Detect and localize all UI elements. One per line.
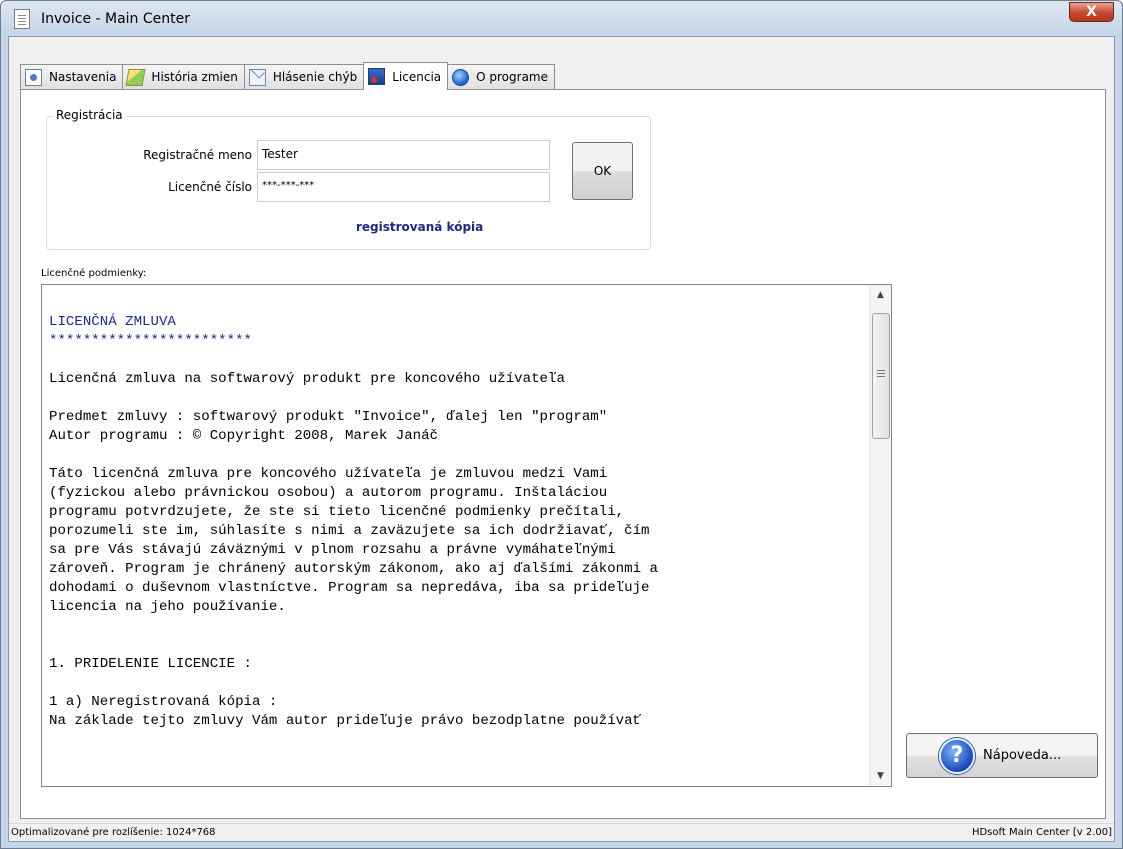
tab-nastavenia[interactable]: Nastavenia — [20, 64, 124, 89]
license-line: sa pre Vás stávajú záväznými v plnom roz… — [49, 542, 616, 558]
licence-number-label: Licenčné číslo — [168, 180, 252, 194]
license-line: zároveň. Program je chránený autorským z… — [49, 561, 658, 577]
mail-icon — [248, 68, 266, 86]
tab-label: O programe — [476, 70, 548, 84]
license-line — [49, 446, 869, 465]
license-line: licencia na jeho používanie. — [49, 599, 286, 615]
license-text-box[interactable]: LICENČNÁ ZMLUVA ************************ … — [41, 284, 892, 787]
license-line — [49, 617, 869, 636]
window-title: Invoice - Main Center — [41, 11, 190, 27]
license-line: programu potvrdzujete, že ste si tieto l… — [49, 504, 625, 520]
tab-label: Licencia — [392, 69, 442, 84]
license-line: (fyzickou alebo právnickou osobou) a aut… — [49, 485, 608, 501]
licence-number-input[interactable]: ***-***-*** — [257, 172, 550, 202]
license-line: ************************ — [49, 333, 252, 349]
license-line: Na základe tejto zmluvy Vám autor prideľ… — [49, 713, 642, 729]
help-button-label: Nápoveda... — [983, 748, 1062, 763]
license-line — [49, 351, 869, 370]
license-line — [49, 389, 869, 408]
tab-label: Nastavenia — [49, 70, 117, 84]
registration-status: registrovaná kópia — [356, 220, 484, 234]
status-resolution-text: Optimalizované pre rozlíšenie: 1024*768 — [11, 827, 216, 838]
ok-button[interactable]: OK — [572, 142, 633, 200]
settings-icon — [25, 68, 42, 86]
tab-label: História zmien — [151, 70, 238, 84]
help-button[interactable]: ? Nápoveda... — [906, 733, 1098, 778]
registration-name-input[interactable]: Tester — [257, 140, 550, 170]
license-line — [49, 636, 869, 655]
license-line: LICENČNÁ ZMLUVA — [49, 314, 176, 330]
license-line: porozumeli ste im, súhlasíte s nimi a za… — [49, 523, 650, 539]
grip-icon — [877, 370, 885, 377]
vertical-scrollbar[interactable]: ▲ ▼ — [869, 285, 891, 786]
license-line: Licenčná zmluva na softwarový produkt pr… — [49, 371, 565, 387]
title-bar: Invoice - Main Center X — [1, 1, 1122, 37]
tab-hlasenie-chyb[interactable]: Hlásenie chýb — [243, 64, 365, 89]
licence-icon — [368, 68, 386, 85]
registration-group-title: Registrácia — [53, 108, 126, 122]
license-line: 1. PRIDELENIE LICENCIE : — [49, 656, 252, 672]
tab-label: Hlásenie chýb — [272, 70, 358, 84]
document-icon — [14, 9, 30, 29]
help-icon: ? — [939, 737, 975, 774]
scroll-up-arrow-icon[interactable]: ▲ — [870, 285, 891, 305]
tab-o-programe[interactable]: O programe — [447, 64, 555, 89]
tab-strip: Nastavenia História zmien Hlásenie chýb … — [20, 62, 555, 90]
license-line: Autor programu : © Copyright 2008, Marek… — [49, 428, 439, 444]
license-text: LICENČNÁ ZMLUVA ************************ … — [49, 294, 869, 769]
close-button[interactable]: X — [1069, 2, 1114, 22]
history-icon — [125, 68, 146, 86]
license-line: Predmet zmluvy : softwarový produkt "Inv… — [49, 409, 608, 425]
scroll-down-arrow-icon[interactable]: ▼ — [870, 766, 891, 786]
license-line: dohodami o duševnom vlastníctve. Program… — [49, 580, 650, 596]
tab-historia-zmien[interactable]: História zmien — [122, 64, 245, 89]
license-terms-label: Licenčné podmienky: — [41, 268, 147, 279]
license-line: 1 a) Neregistrovaná kópia : — [49, 694, 278, 710]
scrollbar-thumb[interactable] — [872, 313, 890, 439]
tab-licencia[interactable]: Licencia — [363, 62, 449, 90]
status-bar: Optimalizované pre rozlíšenie: 1024*768 … — [9, 823, 1114, 841]
license-line — [49, 674, 869, 693]
registration-name-label: Registračné meno — [143, 148, 252, 162]
license-line: Táto licenčná zmluva pre koncového užíva… — [49, 466, 608, 482]
status-version-text: HDsoft Main Center [v 2.00] — [971, 827, 1112, 838]
info-icon — [452, 68, 470, 86]
